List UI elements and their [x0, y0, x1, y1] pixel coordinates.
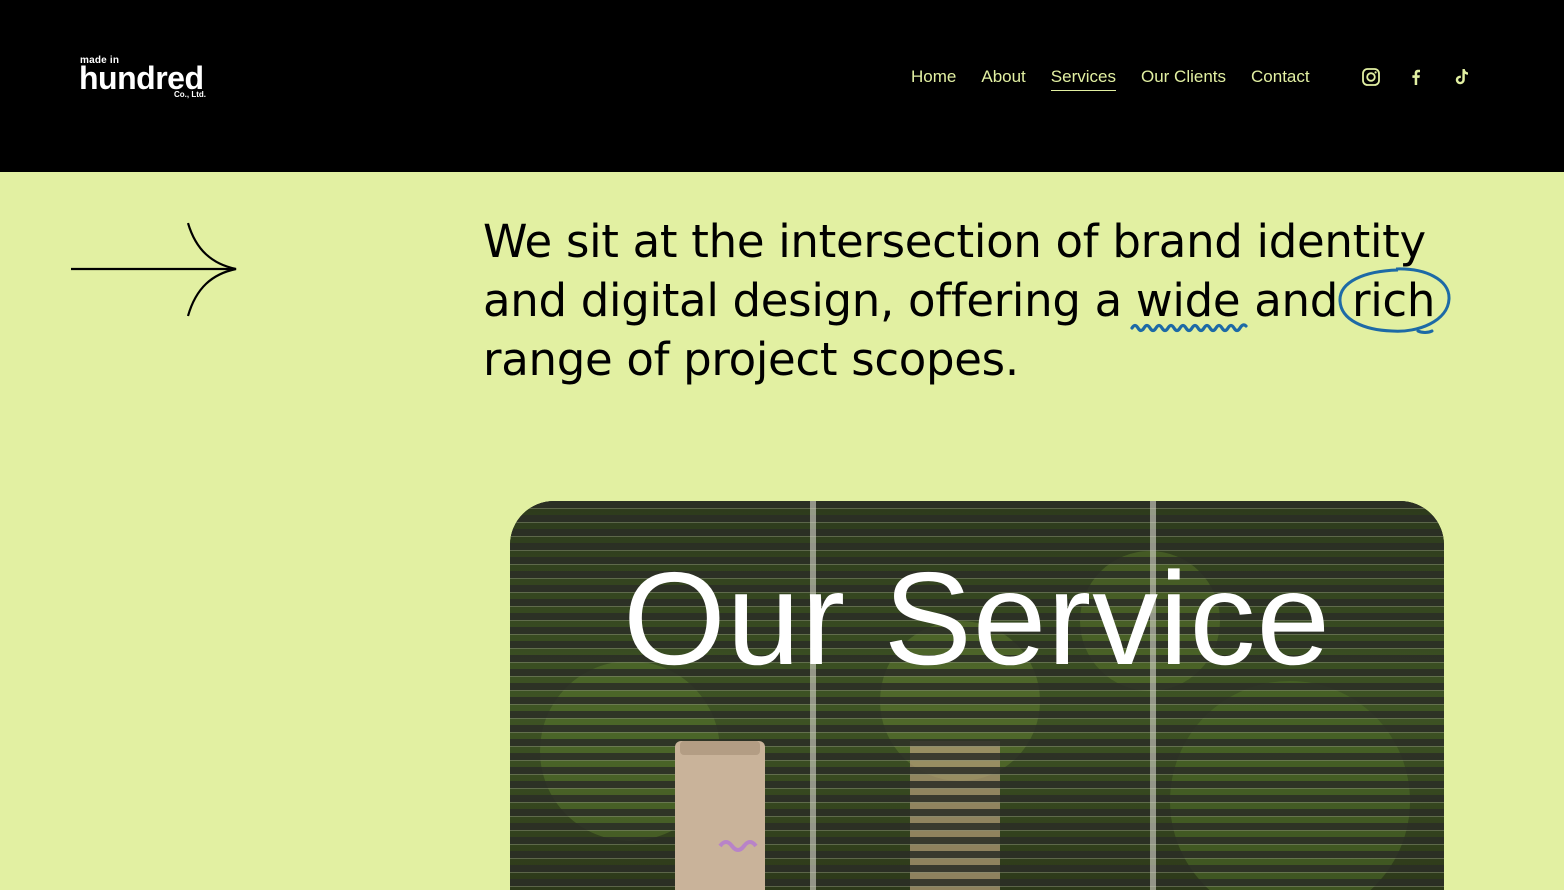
- logo-suffix: Co., Ltd.: [174, 90, 206, 99]
- highlight-wide: wide: [1130, 271, 1248, 333]
- main-nav: Home About Services Our Clients Contact: [911, 66, 1310, 91]
- tiktok-icon[interactable]: [1450, 66, 1472, 88]
- headline-line-3: range of project scopes.: [483, 333, 1019, 386]
- nav-our-clients[interactable]: Our Clients: [1141, 66, 1226, 91]
- hero-headline: We sit at the intersection of brand iden…: [483, 212, 1483, 389]
- site-header: made in hundred Co., Ltd. Home About Ser…: [0, 0, 1564, 172]
- service-banner-image: Our Service: [510, 501, 1444, 890]
- arrow-right-icon: [71, 222, 237, 317]
- nav-about[interactable]: About: [981, 66, 1025, 91]
- nav-contact[interactable]: Contact: [1251, 66, 1310, 91]
- nav-services[interactable]: Services: [1050, 66, 1116, 91]
- site-logo[interactable]: made in hundred Co., Ltd.: [79, 55, 219, 103]
- nav-home[interactable]: Home: [911, 66, 956, 91]
- circle-annotation: [1338, 267, 1451, 334]
- social-links: [1360, 66, 1495, 88]
- headline-line-2-start: and digital design, offering a: [483, 274, 1136, 327]
- squiggle-underline: [1130, 323, 1248, 333]
- headline-line-1: We sit at the intersection of brand iden…: [483, 215, 1426, 268]
- highlight-rich: rich: [1338, 267, 1451, 334]
- facebook-icon[interactable]: [1405, 66, 1427, 88]
- banner-title: Our Service: [623, 545, 1331, 692]
- instagram-icon[interactable]: [1360, 66, 1382, 88]
